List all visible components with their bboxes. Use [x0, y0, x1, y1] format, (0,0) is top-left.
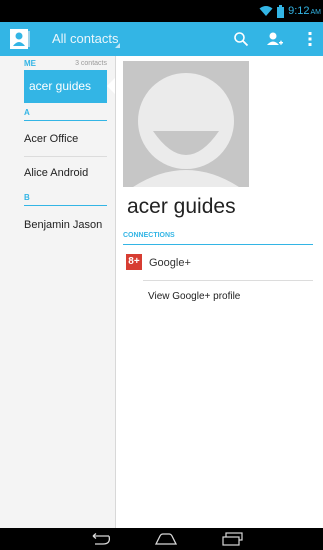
- overflow-menu-icon: [308, 32, 312, 46]
- add-contact-button[interactable]: [262, 26, 288, 52]
- recent-apps-button[interactable]: [213, 530, 253, 548]
- recents-icon: [222, 532, 243, 546]
- selection-arrow: [107, 78, 115, 94]
- google-plus-icon: 8+: [126, 254, 142, 270]
- contact-item-benjamin-jason[interactable]: Benjamin Jason: [24, 219, 107, 231]
- contacts-filter-spinner[interactable]: All contacts: [52, 31, 118, 46]
- section-header-b: B: [24, 193, 107, 206]
- list-divider: [24, 156, 107, 157]
- section-header-a: A: [24, 108, 107, 121]
- navigation-bar: [0, 528, 323, 550]
- back-button[interactable]: [80, 530, 120, 548]
- overflow-menu-button[interactable]: [297, 26, 323, 52]
- search-icon: [234, 32, 249, 47]
- search-button[interactable]: [228, 26, 254, 52]
- connections-header: CONNECTIONS: [123, 232, 313, 245]
- contact-item-alice-android[interactable]: Alice Android: [24, 167, 107, 179]
- status-icons: 9:12 AM: [259, 3, 321, 19]
- home-icon: [155, 533, 177, 545]
- battery-icon: [277, 4, 285, 18]
- contact-item-acer-guides[interactable]: acer guides: [24, 70, 107, 103]
- contacts-list-pane: [0, 56, 115, 528]
- action-bar: All contacts: [0, 22, 323, 56]
- pane-divider: [115, 56, 116, 528]
- contact-photo[interactable]: [123, 61, 249, 187]
- contact-count: 3 contacts: [75, 60, 107, 67]
- google-plus-row[interactable]: 8+ Google+: [123, 252, 313, 280]
- spinner-triangle-icon: [115, 43, 120, 48]
- view-google-plus-profile-link[interactable]: View Google+ profile: [148, 291, 240, 302]
- contact-item-acer-office[interactable]: Acer Office: [24, 133, 107, 145]
- wifi-icon: [259, 5, 273, 17]
- default-avatar-icon: [133, 73, 239, 187]
- google-plus-label: Google+: [149, 257, 191, 269]
- contact-name: acer guides: [127, 195, 236, 218]
- contacts-app-icon[interactable]: [9, 28, 31, 50]
- back-icon: [92, 533, 111, 545]
- clock-ampm: AM: [310, 9, 322, 16]
- row-divider: [143, 280, 313, 281]
- home-button[interactable]: [146, 530, 186, 548]
- clock-time: 9:12: [288, 5, 310, 17]
- section-header-me-label: ME: [24, 59, 36, 68]
- status-bar: 9:12 AM: [0, 0, 323, 22]
- add-contact-icon: [267, 32, 283, 45]
